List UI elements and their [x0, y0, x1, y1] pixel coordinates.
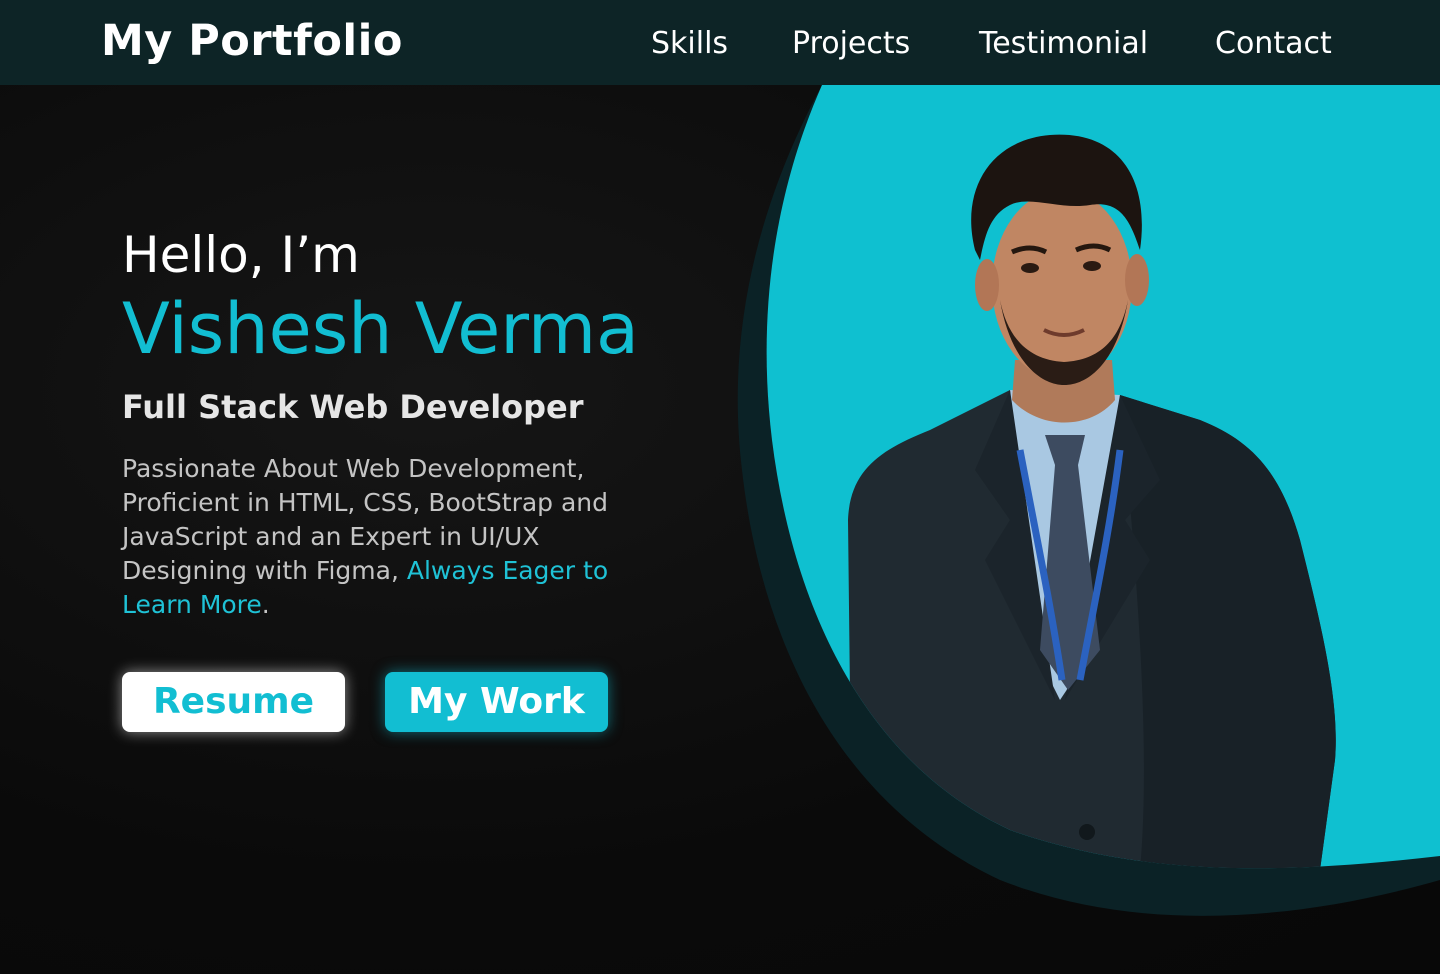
nav-testimonial[interactable]: Testimonial: [979, 27, 1148, 60]
hero-role: Full Stack Web Developer: [122, 388, 584, 426]
nav-skills[interactable]: Skills: [651, 27, 728, 60]
resume-button[interactable]: Resume: [122, 672, 345, 732]
hero-intro: Passionate About Web Development, Profic…: [122, 452, 667, 622]
header-bar: My Portfolio Skills Projects Testimonial…: [0, 0, 1440, 85]
brand-logo[interactable]: My Portfolio: [101, 17, 403, 65]
intro-period: .: [261, 590, 270, 620]
greeting-text: Hello, I’m: [122, 226, 360, 284]
nav-contact[interactable]: Contact: [1215, 27, 1332, 60]
hero-name: Vishesh Verma: [122, 288, 639, 370]
my-work-button[interactable]: My Work: [385, 672, 608, 732]
nav-projects[interactable]: Projects: [792, 27, 910, 60]
hero-section: Hello, I’m Vishesh Verma Full Stack Web …: [122, 225, 682, 622]
portfolio-page: My Portfolio Skills Projects Testimonial…: [0, 0, 1440, 974]
